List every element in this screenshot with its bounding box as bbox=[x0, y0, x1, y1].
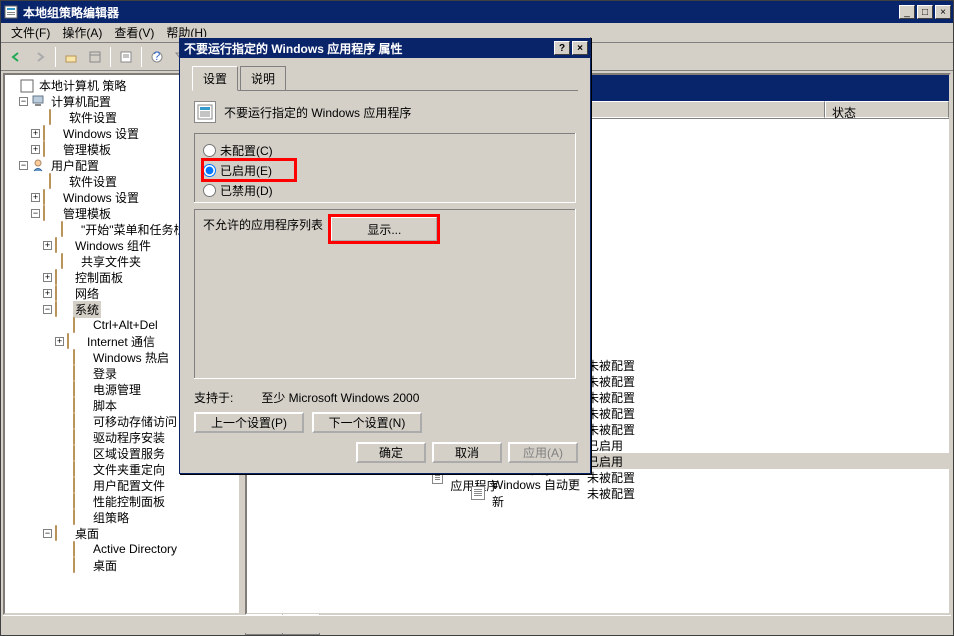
close-button[interactable]: × bbox=[935, 5, 951, 19]
apply-button[interactable]: 应用(A) bbox=[508, 442, 578, 463]
tree-perfcp[interactable]: 性能控制面板 bbox=[7, 493, 237, 509]
statusbar bbox=[3, 615, 951, 633]
tab-setting[interactable]: 设置 bbox=[192, 66, 238, 91]
setting-icon bbox=[194, 101, 216, 123]
minimize-button[interactable]: _ bbox=[899, 5, 915, 19]
tab-explain[interactable]: 说明 bbox=[240, 66, 286, 90]
radio-notconfigured-input[interactable] bbox=[203, 144, 216, 157]
supported-row: 支持于: 至少 Microsoft Windows 2000 bbox=[194, 389, 576, 406]
svg-text:?: ? bbox=[154, 50, 161, 63]
supported-value: 至少 Microsoft Windows 2000 bbox=[261, 389, 419, 406]
disallowed-label: 不允许的应用程序列表 bbox=[203, 218, 323, 232]
close-button[interactable]: × bbox=[572, 41, 588, 55]
radio-notconfigured[interactable]: 未配置(C) bbox=[203, 140, 567, 160]
menu-view[interactable]: 查看(V) bbox=[108, 22, 160, 43]
cancel-button[interactable]: 取消 bbox=[432, 442, 502, 463]
window-controls: _ □ × bbox=[897, 5, 951, 19]
dialog-footer-buttons: 确定 取消 应用(A) bbox=[356, 442, 578, 463]
tab-content: 不要运行指定的 Windows 应用程序 未配置(C) 已启用(E) 已禁用(D… bbox=[192, 95, 578, 445]
tree-usercfg[interactable]: 用户配置文件 bbox=[7, 477, 237, 493]
col-state[interactable]: 状态 bbox=[825, 101, 949, 118]
disallowed-group: 不允许的应用程序列表 显示... bbox=[194, 209, 576, 379]
dialog-titlebar[interactable]: 不要运行指定的 Windows 应用程序 属性 ? × bbox=[180, 38, 590, 58]
maximize-button[interactable]: □ bbox=[917, 5, 933, 19]
supported-label: 支持于: bbox=[194, 389, 233, 406]
toolbar-separator-2 bbox=[110, 47, 111, 67]
setting-header: 不要运行指定的 Windows 应用程序 bbox=[194, 101, 576, 123]
back-button[interactable] bbox=[5, 46, 27, 68]
tree-gp[interactable]: 组策略 bbox=[7, 509, 237, 525]
show-button[interactable]: 显示... bbox=[330, 216, 438, 242]
dialog-body: 设置 说明 不要运行指定的 Windows 应用程序 未配置(C) 已启用(E)… bbox=[180, 58, 590, 453]
ok-button[interactable]: 确定 bbox=[356, 442, 426, 463]
forward-button bbox=[29, 46, 51, 68]
radio-disabled[interactable]: 已禁用(D) bbox=[203, 180, 567, 200]
properties-button[interactable] bbox=[115, 46, 137, 68]
menu-file[interactable]: 文件(F) bbox=[5, 22, 56, 43]
list-item[interactable]: Windows 自动更新未被配置 bbox=[247, 485, 949, 501]
nav-buttons: 上一个设置(P) 下一个设置(N) bbox=[194, 412, 576, 433]
main-titlebar[interactable]: 本地组策略编辑器 _ □ × bbox=[1, 1, 953, 23]
radio-enabled[interactable]: 已启用(E) bbox=[203, 160, 295, 180]
radio-disabled-input[interactable] bbox=[203, 184, 216, 197]
prev-setting-button[interactable]: 上一个设置(P) bbox=[194, 412, 304, 433]
tree-desktop2[interactable]: 桌面 bbox=[7, 557, 237, 573]
tree-ad[interactable]: Active Directory bbox=[7, 541, 237, 557]
dialog-tabs: 设置 说明 bbox=[192, 66, 578, 91]
help-button[interactable]: ? bbox=[146, 46, 168, 68]
tree-desktop[interactable]: −桌面 bbox=[7, 525, 237, 541]
help-button[interactable]: ? bbox=[554, 41, 570, 55]
next-setting-button[interactable]: 下一个设置(N) bbox=[312, 412, 422, 433]
radio-enabled-input[interactable] bbox=[203, 164, 216, 177]
radio-group: 未配置(C) 已启用(E) 已禁用(D) bbox=[194, 133, 576, 203]
toolbar-separator bbox=[55, 47, 56, 67]
app-icon bbox=[3, 4, 19, 20]
setting-name: 不要运行指定的 Windows 应用程序 bbox=[224, 104, 411, 121]
menu-action[interactable]: 操作(A) bbox=[56, 22, 108, 43]
dialog-title: 不要运行指定的 Windows 应用程序 属性 bbox=[182, 40, 554, 57]
properties-dialog: 不要运行指定的 Windows 应用程序 属性 ? × 设置 说明 不要运行指定… bbox=[179, 37, 591, 474]
toolbar-separator-3 bbox=[141, 47, 142, 67]
show-hide-button[interactable] bbox=[84, 46, 106, 68]
setting-icon bbox=[471, 486, 484, 500]
main-title: 本地组策略编辑器 bbox=[23, 4, 897, 21]
up-button[interactable] bbox=[60, 46, 82, 68]
